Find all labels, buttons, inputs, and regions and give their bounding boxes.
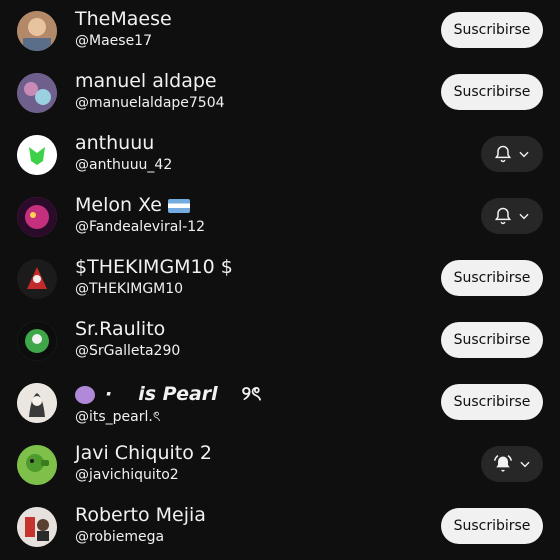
channel-text: Sr.Raulito @SrGalleta290	[75, 310, 415, 372]
channel-text: anthuuu @anthuuu_42	[75, 124, 415, 186]
channel-handle: @manuelaldape7504	[75, 95, 225, 111]
channel-text: · is Pearl ୨ৎ @its_pearl.ৎ	[75, 372, 415, 434]
avatar[interactable]	[17, 321, 57, 361]
channel-text: manuel aldape @manuelaldape7504	[75, 62, 415, 124]
channel-name[interactable]: TheMaese	[75, 8, 172, 30]
avatar-image	[17, 11, 57, 51]
channel-handle: @its_pearl.ৎ	[75, 409, 161, 425]
channel-name[interactable]: Javi Chiquito 2	[75, 442, 212, 464]
channel-name[interactable]: Sr.Raulito	[75, 318, 165, 340]
channel-handle: @javichiquito2	[75, 467, 179, 483]
avatar-image	[17, 507, 57, 547]
subscribe-button[interactable]: Suscribirse	[441, 384, 543, 420]
avatar-image	[17, 259, 57, 299]
notification-bell-button[interactable]	[481, 136, 543, 172]
bell-icon	[494, 207, 512, 225]
name-suffix: ୨ৎ	[241, 383, 262, 405]
channel-row[interactable]: Roberto Mejia @robiemega Suscribirse	[0, 496, 560, 558]
channel-text: TheMaese @Maese17	[75, 0, 415, 62]
channel-name-text: Melon Xe	[75, 194, 162, 216]
subscribe-button[interactable]: Suscribirse	[441, 74, 543, 110]
channel-row[interactable]: $THEKIMGM10 $ @THEKIMGM10 Suscribirse	[0, 248, 560, 310]
avatar[interactable]	[17, 11, 57, 51]
emoji-icon	[75, 385, 95, 404]
notification-bell-button[interactable]	[481, 198, 543, 234]
avatar-image	[17, 197, 57, 237]
channel-name[interactable]: manuel aldape	[75, 70, 217, 92]
channel-row[interactable]: manuel aldape @manuelaldape7504 Suscribi…	[0, 62, 560, 124]
channel-name[interactable]: $THEKIMGM10 $	[75, 256, 233, 278]
channel-handle: @SrGalleta290	[75, 343, 181, 359]
avatar[interactable]	[17, 507, 57, 547]
avatar[interactable]	[17, 383, 57, 423]
avatar[interactable]	[17, 259, 57, 299]
channel-row[interactable]: Melon Xe @Fandealeviral-12	[0, 186, 560, 248]
channel-handle: @THEKIMGM10	[75, 281, 184, 297]
channel-name[interactable]: anthuuu	[75, 132, 154, 154]
chevron-down-icon	[520, 461, 530, 468]
avatar-image	[17, 73, 57, 113]
subscribe-button[interactable]: Suscribirse	[441, 322, 543, 358]
channel-name-text: is Pearl	[138, 383, 218, 405]
bell-icon	[494, 145, 512, 163]
avatar-image	[17, 383, 57, 423]
channel-handle: @anthuuu_42	[75, 157, 173, 173]
avatar-image	[17, 445, 57, 485]
subscribe-button[interactable]: Suscribirse	[441, 260, 543, 296]
avatar[interactable]	[17, 135, 57, 175]
channel-handle: @robiemega	[75, 529, 165, 545]
avatar-image	[17, 321, 57, 361]
name-prefix: ·	[105, 383, 113, 405]
chevron-down-icon	[519, 213, 529, 220]
subscribe-button[interactable]: Suscribirse	[441, 508, 543, 544]
notification-bell-button[interactable]	[481, 446, 543, 482]
channel-text: Javi Chiquito 2 @javichiquito2	[75, 434, 415, 496]
argentina-flag-icon	[167, 198, 190, 213]
channel-text: $THEKIMGM10 $ @THEKIMGM10	[75, 248, 415, 310]
channel-handle: @Fandealeviral-12	[75, 219, 206, 235]
avatar-image	[17, 135, 57, 175]
channel-row[interactable]: TheMaese @Maese17 Suscribirse	[0, 0, 560, 62]
bell-ring-icon	[493, 455, 513, 472]
avatar[interactable]	[17, 73, 57, 113]
channel-row[interactable]: · is Pearl ୨ৎ @its_pearl.ৎ Suscribirse	[0, 372, 560, 434]
channel-row[interactable]: anthuuu @anthuuu_42	[0, 124, 560, 186]
avatar[interactable]	[17, 197, 57, 237]
channel-row[interactable]: Javi Chiquito 2 @javichiquito2	[0, 434, 560, 496]
channel-handle: @Maese17	[75, 33, 152, 49]
subscribe-button[interactable]: Suscribirse	[441, 12, 543, 48]
chevron-down-icon	[519, 151, 529, 158]
channel-name[interactable]: Melon Xe	[75, 194, 190, 216]
channel-row[interactable]: Sr.Raulito @SrGalleta290 Suscribirse	[0, 310, 560, 372]
avatar[interactable]	[17, 445, 57, 485]
channel-text: Melon Xe @Fandealeviral-12	[75, 186, 415, 248]
channel-name[interactable]: Roberto Mejia	[75, 504, 206, 526]
channel-text: Roberto Mejia @robiemega	[75, 496, 415, 558]
